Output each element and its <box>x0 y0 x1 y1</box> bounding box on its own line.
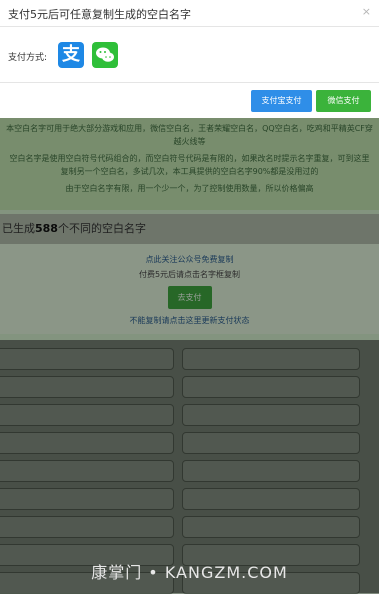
alipay-pay-button[interactable]: 支付宝支付 <box>251 90 312 112</box>
alipay-icon[interactable]: 支 <box>58 42 84 68</box>
close-icon[interactable]: × <box>362 5 371 18</box>
divider <box>0 26 379 27</box>
wechat-pay-button[interactable]: 微信支付 <box>316 90 371 112</box>
site-watermark: 康掌门 • KANGZM.COM <box>91 563 288 582</box>
payment-modal: 支付5元后可任意复制生成的空白名字 × 支付方式: 支 支付宝支付 微信支付 <box>0 0 379 118</box>
modal-title: 支付5元后可任意复制生成的空白名字 <box>8 8 191 21</box>
divider <box>0 82 379 83</box>
payment-method-label: 支付方式: <box>8 53 48 63</box>
wechat-icon[interactable] <box>92 42 118 68</box>
